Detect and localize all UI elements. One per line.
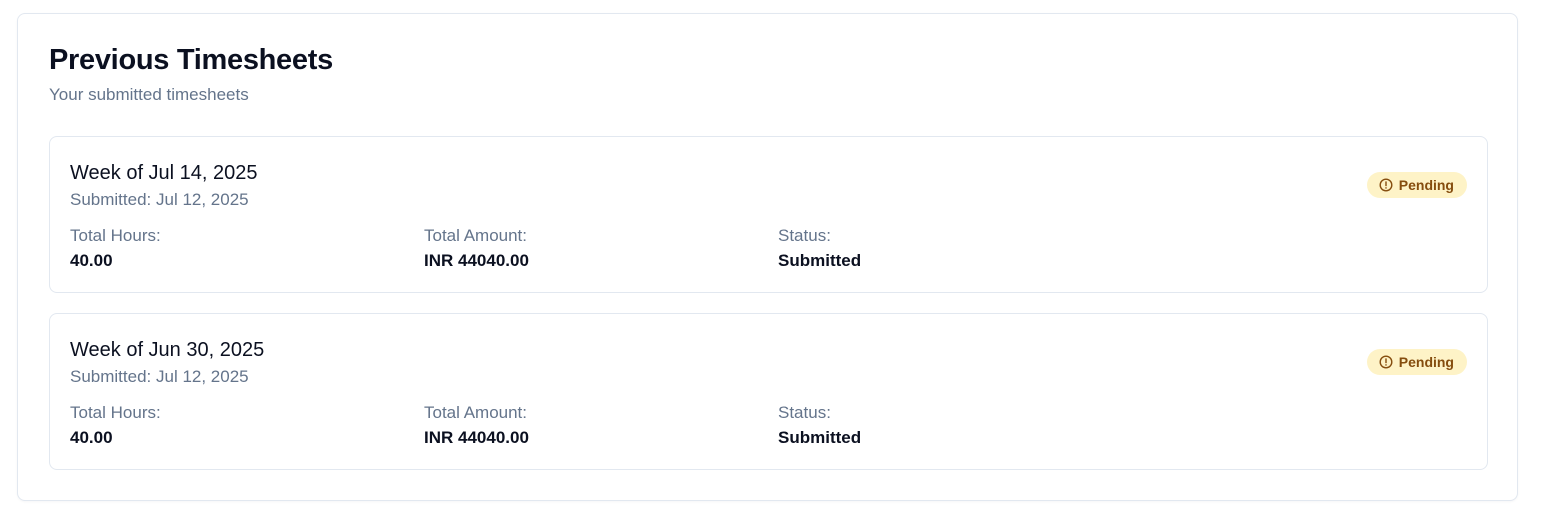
timesheet-week-title: Week of Jun 30, 2025 xyxy=(70,339,265,361)
status-label: Status: xyxy=(778,403,831,422)
status-badge: Pending xyxy=(1366,172,1467,198)
timesheet-submitted-date: Submitted: Jul 12, 2025 xyxy=(70,190,249,209)
status-badge-label: Pending xyxy=(1398,354,1454,370)
total-amount-value: INR 44040.00 xyxy=(424,428,529,447)
timesheet-submitted-date: Submitted: Jul 12, 2025 xyxy=(70,367,249,386)
status-label: Status: xyxy=(778,226,831,245)
total-amount-label: Total Amount: xyxy=(424,226,528,245)
total-hours-value: 40.00 xyxy=(70,251,113,270)
total-hours-value: 40.00 xyxy=(70,428,113,447)
timesheet-entry[interactable]: Week of Jul 14, 2025 Submitted: Jul 12, … xyxy=(49,136,1488,293)
alert-circle-icon xyxy=(1379,355,1393,369)
timesheet-week-title: Week of Jul 14, 2025 xyxy=(70,162,258,184)
page-title: Previous Timesheets xyxy=(49,44,333,76)
total-hours-field: Total Hours: 40.00 xyxy=(70,402,161,449)
total-amount-label: Total Amount: xyxy=(424,403,528,422)
status-badge: Pending xyxy=(1366,349,1467,375)
status-value: Submitted xyxy=(778,428,862,447)
status-value: Submitted xyxy=(778,251,862,270)
status-badge-label: Pending xyxy=(1398,177,1454,193)
total-amount-field: Total Amount: INR 44040.00 xyxy=(424,402,529,449)
page-subtitle: Your submitted timesheets xyxy=(49,85,249,104)
status-field: Status: Submitted xyxy=(778,225,861,272)
timesheet-entry[interactable]: Week of Jun 30, 2025 Submitted: Jul 12, … xyxy=(49,313,1488,470)
previous-timesheets-card: Previous Timesheets Your submitted times… xyxy=(17,13,1518,501)
status-field: Status: Submitted xyxy=(778,402,861,449)
timesheet-list: Week of Jul 14, 2025 Submitted: Jul 12, … xyxy=(49,136,1488,490)
total-amount-value: INR 44040.00 xyxy=(424,251,529,270)
total-hours-label: Total Hours: xyxy=(70,403,161,422)
total-hours-field: Total Hours: 40.00 xyxy=(70,225,161,272)
alert-circle-icon xyxy=(1379,178,1393,192)
total-amount-field: Total Amount: INR 44040.00 xyxy=(424,225,529,272)
total-hours-label: Total Hours: xyxy=(70,226,161,245)
